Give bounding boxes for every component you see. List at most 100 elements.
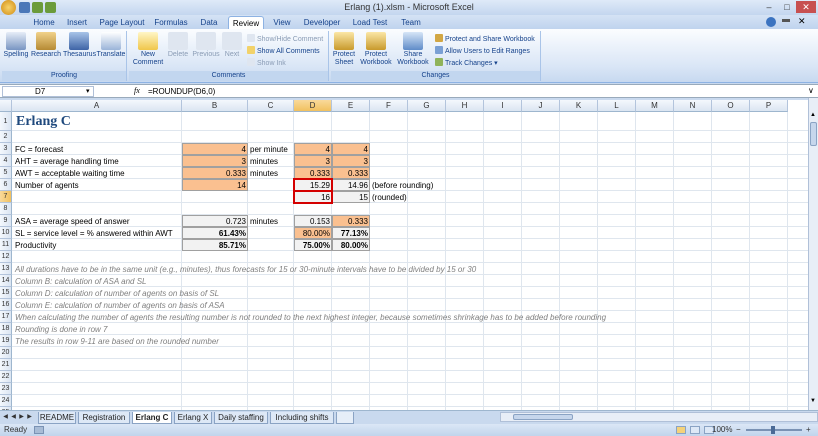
column-header-G[interactable]: G: [408, 100, 446, 112]
sheet-tab-erlang-x[interactable]: Erlang X: [174, 412, 212, 424]
previous-comment-button[interactable]: Previous: [191, 32, 221, 59]
column-header-M[interactable]: M: [636, 100, 674, 112]
cell-D11[interactable]: 75.00%: [294, 240, 332, 251]
cell-D6[interactable]: 15.29: [294, 180, 332, 191]
select-all-corner[interactable]: [0, 100, 12, 112]
column-header-K[interactable]: K: [560, 100, 598, 112]
row-header-5[interactable]: 5: [0, 167, 12, 179]
translate-button[interactable]: Translate: [96, 32, 126, 59]
cell-D5[interactable]: 0.333: [294, 168, 332, 179]
cell-B9[interactable]: 0.723: [182, 216, 248, 227]
minimize-button[interactable]: –: [760, 1, 778, 13]
cell-D9[interactable]: 0.153: [294, 216, 332, 227]
track-changes-button[interactable]: Track Changes ▾: [435, 58, 498, 68]
row-header-4[interactable]: 4: [0, 155, 12, 167]
cell-A4[interactable]: AHT = average handling time: [15, 156, 119, 167]
column-header-J[interactable]: J: [522, 100, 560, 112]
prev-sheet-icon[interactable]: ◀: [10, 413, 17, 422]
name-box-dropdown-icon[interactable]: ▾: [86, 87, 90, 95]
cell-C3[interactable]: per minute: [250, 144, 288, 155]
row-header-23[interactable]: 23: [0, 383, 12, 395]
cell-E11[interactable]: 80.00%: [332, 240, 370, 251]
ribbon-minimize-icon[interactable]: [782, 19, 790, 22]
macro-record-icon[interactable]: [34, 426, 44, 434]
column-header-P[interactable]: P: [750, 100, 788, 112]
next-sheet-icon[interactable]: ▶: [18, 413, 25, 422]
zoom-out-icon[interactable]: −: [736, 424, 741, 436]
row-header-17[interactable]: 17: [0, 311, 12, 323]
worksheet-grid[interactable]: ABCDEFGHIJKLMNOP 1 2 3 4 5 6 7 8 9 10 11 12 13 14 15 16…: [0, 100, 808, 410]
row-header-15[interactable]: 15: [0, 287, 12, 299]
normal-view-icon[interactable]: [676, 426, 686, 434]
sheet-tab-including-shifts[interactable]: Including shifts: [270, 412, 334, 424]
row-header-14[interactable]: 14: [0, 275, 12, 287]
cell-E10[interactable]: 77.13%: [332, 228, 370, 239]
column-header-N[interactable]: N: [674, 100, 712, 112]
column-header-C[interactable]: C: [248, 100, 294, 112]
cell-D4[interactable]: 3: [294, 156, 332, 167]
tab-developer[interactable]: Developer: [302, 16, 342, 29]
row-header-20[interactable]: 20: [0, 347, 12, 359]
maximize-button[interactable]: □: [778, 1, 796, 13]
cell-B5[interactable]: 0.333: [182, 168, 248, 179]
close-button[interactable]: ✕: [796, 1, 816, 13]
row-header-13[interactable]: 13: [0, 263, 12, 275]
column-header-I[interactable]: I: [484, 100, 522, 112]
cell-B11[interactable]: 85.71%: [182, 240, 248, 251]
allow-users-edit-ranges-button[interactable]: Allow Users to Edit Ranges: [435, 46, 530, 56]
protect-share-workbook-button[interactable]: Protect and Share Workbook: [435, 34, 535, 44]
scroll-down-icon[interactable]: ▼: [810, 398, 816, 404]
row-header-6[interactable]: 6: [0, 179, 12, 191]
page-layout-view-icon[interactable]: [690, 426, 700, 434]
tab-review[interactable]: Review: [228, 16, 264, 29]
spelling-button[interactable]: Spelling: [3, 32, 29, 59]
tab-team[interactable]: Team: [398, 16, 424, 29]
row-header-12[interactable]: 12: [0, 251, 12, 263]
thesaurus-button[interactable]: Thesaurus: [63, 32, 96, 59]
zoom-level[interactable]: 100%: [712, 424, 732, 436]
vertical-scrollbar[interactable]: ▲ ▼: [808, 98, 818, 410]
horizontal-scrollbar[interactable]: [500, 412, 818, 422]
cell-E4[interactable]: 3: [332, 156, 370, 167]
cell-F6[interactable]: (before rounding): [372, 180, 433, 191]
row-header-3[interactable]: 3: [0, 143, 12, 155]
tab-insert[interactable]: Insert: [62, 16, 92, 29]
row-header-19[interactable]: 19: [0, 335, 12, 347]
column-header-H[interactable]: H: [446, 100, 484, 112]
note-A13[interactable]: All durations have to be in the same uni…: [15, 264, 476, 275]
show-all-comments-button[interactable]: Show All Comments: [247, 46, 320, 56]
next-comment-button[interactable]: Next: [221, 32, 243, 59]
expand-formula-bar-icon[interactable]: ∨: [808, 86, 814, 95]
tab-load-test[interactable]: Load Test: [350, 16, 390, 29]
scroll-thumb[interactable]: [810, 122, 817, 146]
note-A16[interactable]: Column E: calculation of number of agent…: [15, 300, 225, 311]
cell-D10[interactable]: 80.00%: [294, 228, 332, 239]
note-A15[interactable]: Column D: calculation of number of agent…: [15, 288, 219, 299]
cell-C9[interactable]: minutes: [250, 216, 278, 227]
cell-E6[interactable]: 14.96: [332, 180, 370, 191]
note-A18[interactable]: Rounding is done in row 7: [15, 324, 108, 335]
cell-B6[interactable]: 14: [182, 180, 248, 191]
note-A17[interactable]: When calculating the number of agents th…: [15, 312, 606, 323]
column-header-E[interactable]: E: [332, 100, 370, 112]
row-header-1[interactable]: 1: [0, 112, 12, 131]
cell-D3[interactable]: 4: [294, 144, 332, 155]
column-header-L[interactable]: L: [598, 100, 636, 112]
tab-home[interactable]: Home: [30, 16, 58, 29]
tab-formulas[interactable]: Formulas: [152, 16, 190, 29]
cell-A9[interactable]: ASA = average speed of answer: [15, 216, 130, 227]
new-comment-button[interactable]: New Comment: [131, 32, 165, 67]
insert-function-button[interactable]: fx: [134, 86, 140, 95]
column-header-D[interactable]: D: [294, 100, 332, 112]
help-icon[interactable]: [766, 17, 776, 27]
zoom-slider-thumb[interactable]: [771, 426, 775, 434]
sheet-tab-daily-staffing[interactable]: Daily staffing: [214, 412, 268, 424]
tab-page-layout[interactable]: Page Layout: [98, 16, 146, 29]
delete-comment-button[interactable]: Delete: [165, 32, 191, 59]
cell-E9[interactable]: 0.333: [332, 216, 370, 227]
ribbon-close-icon[interactable]: ✕: [798, 16, 806, 27]
row-header-24[interactable]: 24: [0, 395, 12, 407]
cell-B10[interactable]: 61.43%: [182, 228, 248, 239]
last-sheet-icon[interactable]: ▶: [26, 413, 33, 422]
research-button[interactable]: Research: [31, 32, 61, 59]
